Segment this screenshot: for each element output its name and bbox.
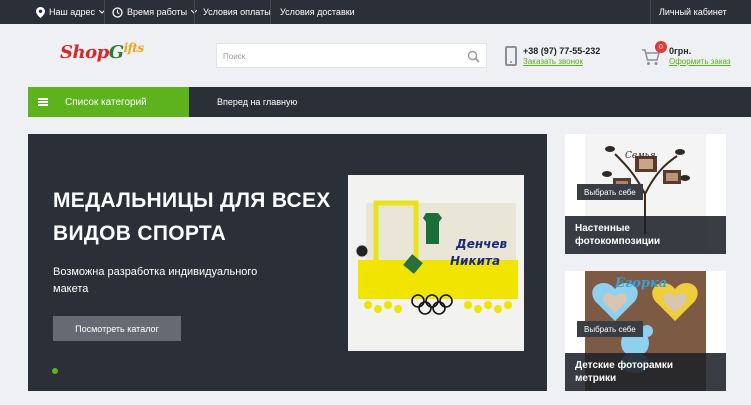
phone-number: +38 (97) 77-55-232 bbox=[523, 46, 601, 56]
medal-holder-image: Денчев Никита bbox=[348, 175, 524, 351]
hours-label: Время работы bbox=[127, 7, 188, 17]
clock-icon bbox=[112, 6, 123, 18]
hero-slider: МЕДАЛЬНИЦЫ ДЛЯ ВСЕХ ВИДОВ СПОРТА Возможн… bbox=[28, 134, 547, 391]
header: ShopGifts +38 (97) 77-55-232 Заказать зв… bbox=[0, 24, 751, 87]
choose-button[interactable]: Выбрать себе bbox=[577, 184, 643, 200]
choose-button[interactable]: Выбрать себе bbox=[577, 321, 643, 337]
slide-title: МЕДАЛЬНИЦЫ ДЛЯ ВСЕХ ВИДОВ СПОРТА bbox=[53, 189, 331, 245]
categories-button[interactable]: Список категорий bbox=[28, 87, 189, 117]
address-menu[interactable]: Наш адрес bbox=[36, 0, 105, 24]
delivery-link[interactable]: Условия доставки bbox=[280, 0, 355, 24]
account-link[interactable]: Личный кабинет bbox=[659, 0, 727, 24]
search-box bbox=[216, 43, 487, 68]
category-caption: Детские фоторамки метрики bbox=[565, 353, 726, 391]
checkout-link[interactable]: Оформить заказ bbox=[669, 57, 731, 66]
slide-subtitle: Возможна разработка индивидуального маке… bbox=[53, 266, 258, 295]
top-bar: Наш адрес Время работы Условия оплаты Ус… bbox=[0, 0, 751, 24]
view-catalog-button[interactable]: Посмотреть каталог bbox=[53, 316, 181, 341]
cart-total: 0грн. bbox=[669, 46, 692, 56]
callback-link[interactable]: Заказать звонок bbox=[523, 57, 583, 66]
medal-name-text: Денчев bbox=[455, 237, 507, 251]
category-card-kids-frames[interactable]: Егорка Выбрать себе Детские фоторамки ме… bbox=[565, 271, 726, 391]
home-link[interactable]: Вперед на главную bbox=[217, 87, 297, 117]
map-pin-icon bbox=[36, 6, 45, 18]
address-label: Наш адрес bbox=[49, 7, 95, 17]
hours-menu[interactable]: Время работы bbox=[112, 0, 198, 24]
medal-holder-picture: Денчев Никита bbox=[348, 175, 524, 351]
logo[interactable]: ShopGifts bbox=[60, 41, 144, 63]
categories-label: Список категорий bbox=[65, 96, 147, 108]
kids-frame-text: Егорка bbox=[614, 276, 667, 291]
wall-photo-text: Семья bbox=[625, 151, 656, 161]
payment-link[interactable]: Условия оплаты bbox=[203, 0, 271, 24]
category-caption: Настенные фотокомпозиции bbox=[565, 216, 726, 254]
menu-icon bbox=[38, 98, 48, 106]
search-input[interactable] bbox=[223, 49, 453, 63]
search-icon[interactable] bbox=[467, 50, 480, 63]
category-card-wall-photo[interactable]: Семья Выбрать себе Настенные фотокомпози… bbox=[565, 134, 726, 254]
phone-icon bbox=[505, 46, 517, 66]
main-nav: Список категорий Вперед на главную bbox=[28, 87, 751, 117]
slider-dot-active[interactable] bbox=[52, 368, 58, 374]
medal-name2-text: Никита bbox=[450, 254, 500, 268]
cart-count-badge: 0 bbox=[655, 41, 667, 53]
